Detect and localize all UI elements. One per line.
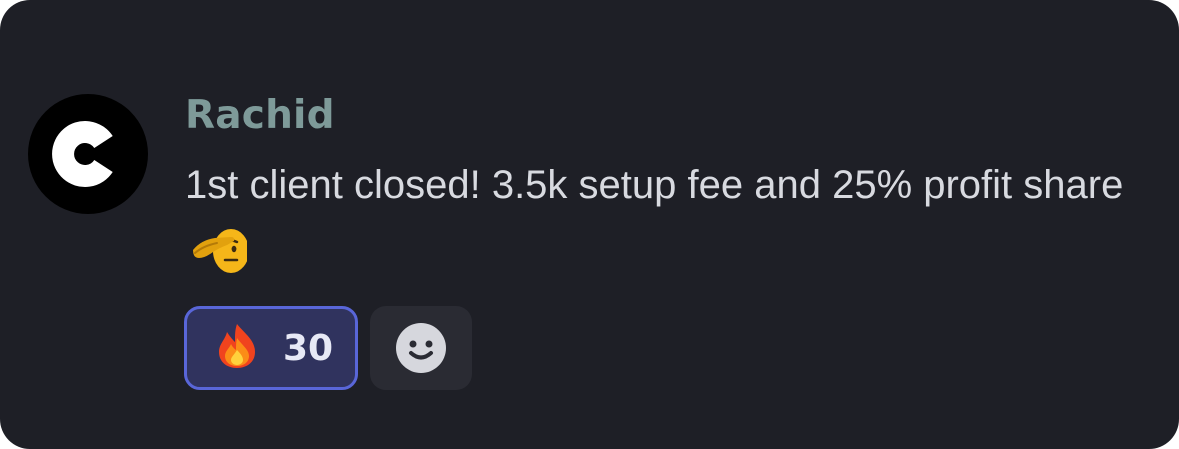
saluting-face-emoji-icon bbox=[191, 226, 249, 296]
reactions-bar: 30 bbox=[184, 306, 472, 390]
message-card: Rachid 1st client closed! 3.5k setup fee… bbox=[0, 0, 1179, 449]
reaction-fire[interactable]: 30 bbox=[184, 306, 358, 390]
smiley-face-icon bbox=[396, 323, 446, 373]
letter-c-logo-icon bbox=[52, 121, 113, 187]
add-reaction-button[interactable] bbox=[370, 306, 472, 390]
message-content: 1st client closed! 3.5k setup fee and 25… bbox=[185, 150, 1145, 296]
reaction-count: 30 bbox=[283, 327, 334, 369]
fire-icon bbox=[215, 322, 259, 374]
username[interactable]: Rachid bbox=[185, 92, 335, 140]
message-text: 1st client closed! 3.5k setup fee and 25… bbox=[185, 163, 1124, 207]
avatar[interactable] bbox=[28, 94, 148, 214]
